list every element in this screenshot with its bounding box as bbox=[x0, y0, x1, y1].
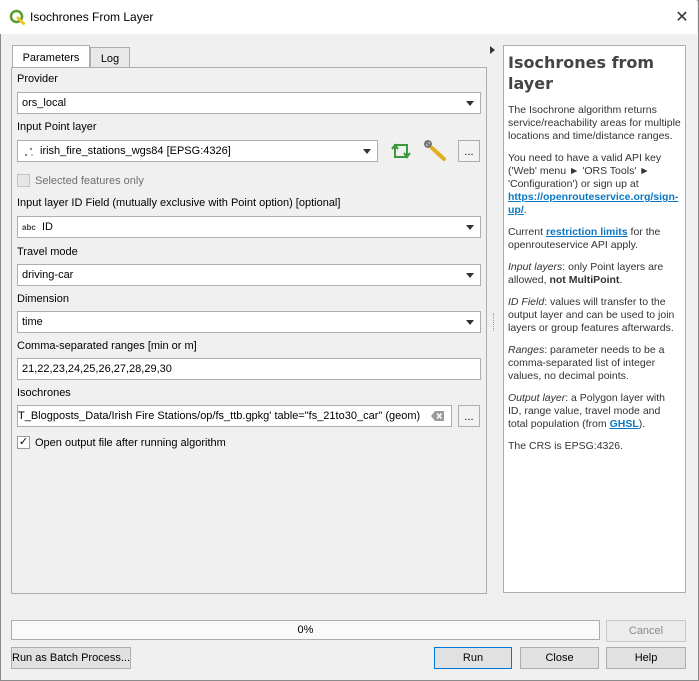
help-button[interactable]: Help bbox=[606, 647, 686, 669]
id-field-label: Input layer ID Field (mutually exclusive… bbox=[17, 197, 341, 209]
provider-value: ors_local bbox=[22, 97, 67, 109]
isochrones-label: Isochrones bbox=[17, 387, 71, 399]
help-restrictions: Current restriction limits for the openr… bbox=[508, 226, 661, 251]
id-field-value: ID bbox=[42, 221, 53, 233]
qgis-logo-icon bbox=[9, 9, 25, 25]
help-intro: The Isochrone algorithm returns service/… bbox=[508, 104, 681, 142]
chevron-down-icon bbox=[363, 149, 371, 154]
tab-log[interactable]: Log bbox=[90, 47, 130, 69]
isochrones-output-input[interactable]: T_Blogposts_Data/Irish Fire Stations/op/… bbox=[17, 405, 452, 427]
help-api-key: You need to have a valid API key ('Web' … bbox=[508, 152, 679, 216]
chevron-down-icon bbox=[466, 225, 474, 230]
open-output-label: Open output file after running algorithm bbox=[35, 437, 226, 449]
help-title: Isochrones from layer bbox=[508, 53, 655, 93]
isochrones-output-value: T_Blogposts_Data/Irish Fire Stations/op/… bbox=[18, 410, 421, 422]
progress-bar: 0% bbox=[11, 620, 600, 640]
help-panel: Isochrones from layer The Isochrone algo… bbox=[503, 45, 686, 593]
provider-label: Provider bbox=[17, 73, 58, 85]
travel-mode-label: Travel mode bbox=[17, 246, 78, 258]
clear-text-icon[interactable] bbox=[431, 410, 445, 422]
help-output-layer: Output layer: a Polygon layer with ID, r… bbox=[508, 392, 666, 430]
travel-mode-value: driving-car bbox=[22, 269, 74, 281]
signup-link[interactable]: https://openrouteservice.org/sign-up/ bbox=[508, 191, 678, 216]
string-field-type-icon: abc bbox=[22, 223, 36, 232]
ranges-input[interactable]: 21,22,23,24,25,26,27,28,29,30 bbox=[17, 358, 481, 380]
open-output-checkbox[interactable]: ✓ bbox=[17, 436, 30, 449]
isochrones-more-button[interactable]: ... bbox=[458, 405, 480, 427]
input-point-layer-combobox[interactable]: irish_fire_stations_wgs84 [EPSG:4326] bbox=[17, 140, 378, 162]
iterate-features-icon[interactable] bbox=[389, 140, 413, 162]
dimension-combobox[interactable]: time bbox=[17, 311, 481, 333]
tab-parameters[interactable]: Parameters bbox=[12, 45, 90, 69]
input-point-layer-value: irish_fire_stations_wgs84 [EPSG:4326] bbox=[40, 145, 231, 157]
input-point-layer-label: Input Point layer bbox=[17, 121, 97, 133]
run-button[interactable]: Run bbox=[434, 647, 512, 669]
ranges-value: 21,22,23,24,25,26,27,28,29,30 bbox=[22, 363, 172, 375]
help-id-field: ID Field: values will transfer to the ou… bbox=[508, 296, 675, 334]
window-title: Isochrones From Layer bbox=[30, 10, 154, 24]
close-button[interactable]: Close bbox=[520, 647, 599, 669]
cancel-button[interactable]: Cancel bbox=[606, 620, 686, 642]
dimension-value: time bbox=[22, 316, 43, 328]
restriction-limits-link[interactable]: restriction limits bbox=[546, 226, 628, 238]
chevron-down-icon bbox=[466, 101, 474, 106]
help-crs: The CRS is EPSG:4326. bbox=[508, 440, 623, 452]
splitter-handle[interactable] bbox=[493, 313, 496, 331]
dimension-label: Dimension bbox=[17, 293, 69, 305]
run-as-batch-button[interactable]: Run as Batch Process... bbox=[11, 647, 131, 669]
collapse-arrow-icon[interactable] bbox=[489, 45, 497, 55]
input-layer-more-button[interactable]: ... bbox=[458, 140, 480, 162]
travel-mode-combobox[interactable]: driving-car bbox=[17, 264, 481, 286]
help-input-layers: Input layers: only Point layers are allo… bbox=[508, 261, 664, 286]
help-ranges: Ranges: parameter needs to be a comma-se… bbox=[508, 344, 665, 382]
progress-text: 0% bbox=[297, 624, 314, 636]
chevron-down-icon bbox=[466, 320, 474, 325]
chevron-down-icon bbox=[466, 273, 474, 278]
ghsl-link[interactable]: GHSL bbox=[610, 418, 639, 430]
point-layer-icon bbox=[24, 147, 33, 157]
close-window-icon[interactable]: ✕ bbox=[668, 5, 696, 29]
title-bar: Isochrones From Layer ✕ bbox=[0, 0, 697, 34]
selected-features-label: Selected features only bbox=[35, 175, 144, 187]
ranges-label: Comma-separated ranges [min or m] bbox=[17, 340, 197, 352]
wrench-icon[interactable] bbox=[423, 139, 449, 163]
selected-features-checkbox[interactable] bbox=[17, 174, 30, 187]
provider-combobox[interactable]: ors_local bbox=[17, 92, 481, 114]
id-field-combobox[interactable]: abc ID bbox=[17, 216, 481, 238]
